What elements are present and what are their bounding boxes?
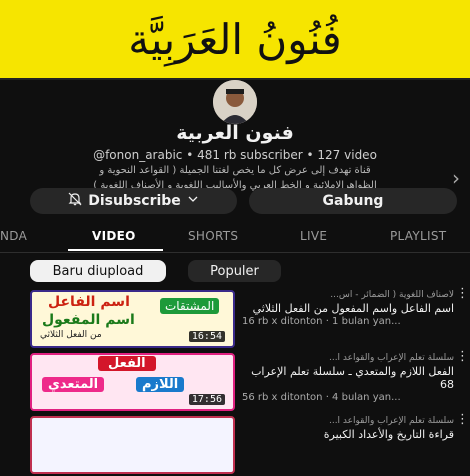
video-info: سلسلة تعلم الإعراب والقواعد ا... الفعل ا… [242,353,454,403]
bell-off-icon [68,192,82,210]
join-label: Gabung [322,193,384,209]
unsubscribe-label: Disubscribe [88,193,181,209]
video-title[interactable]: اسم الفاعل واسم المفعول من الفعل الثلاثي [242,302,454,315]
video-title[interactable]: الفعل اللازم والمتعدي ـ سلسلة تعلم الإعر… [242,365,454,391]
video-duration: 17:56 [188,394,225,405]
chip-newest[interactable]: Baru diupload [30,260,166,282]
chip-popular[interactable]: Populer [188,260,281,282]
thumb-text: اسم المفعول [42,312,135,328]
thumb-badge: المشتقات [160,298,220,314]
description-line: قناة تهدف إلى عرض كل ما يخص لغتنا الجميل… [99,165,371,176]
video-playlist: سلسلة تعلم الإعراب والقواعد ا... [328,353,454,363]
unsubscribe-button[interactable]: Disubscribe [30,188,237,214]
thumb-text: اسم الفاعل [48,294,130,310]
chevron-down-icon [187,193,199,209]
channel-meta: @fonon_arabic • 481 rb subscriber • 127 … [93,148,377,162]
video-thumbnail[interactable]: اسم الفاعل اسم المفعول من الفعل الثلاثي … [30,290,235,348]
more-vert-icon[interactable]: ⋮ [456,287,469,300]
video-thumbnail[interactable]: الفعل اللازم المتعدي 17:56 [30,353,235,411]
channel-banner: فُنُونُ العَرَبِيَّة [0,0,470,80]
thumb-text: من الفعل الثلاثي [40,330,102,340]
video-stats: 16 rb x ditonton · 1 bulan yan... [242,316,401,327]
video-item[interactable]: اسم الفاعل اسم المفعول من الفعل الثلاثي … [30,287,469,350]
tab-shorts[interactable]: SHORTS [188,229,238,243]
tab-beranda[interactable]: NDA [0,229,27,243]
video-playlist: سلسلة تعلم الإعراب والقواعد ا... [328,416,454,426]
channel-tabs: NDA VIDEO SHORTS LIVE PLAYLIST [0,222,470,253]
video-stats: 56 rb x ditonton · 4 bulan yan... [242,392,401,403]
banner-title: فُنُونُ العَرَبِيَّة [128,14,342,64]
more-vert-icon[interactable]: ⋮ [456,350,469,363]
thumb-text: اللازم [136,377,185,392]
video-playlist: لأصناف اللغوية ( الضمائر - أس... [330,290,454,300]
video-info: لأصناف اللغوية ( الضمائر - أس... اسم الف… [242,290,454,327]
video-thumbnail[interactable] [30,416,235,474]
more-vert-icon[interactable]: ⋮ [456,413,469,426]
tab-live[interactable]: LIVE [300,229,327,243]
join-button[interactable]: Gabung [249,188,457,214]
video-duration: 16:54 [188,331,225,342]
tab-video[interactable]: VIDEO [92,229,136,243]
video-title[interactable]: قراءة التاريخ والأعداد الكبيرة [242,428,454,441]
channel-name: فنون العربية [176,122,294,144]
video-info: سلسلة تعلم الإعراب والقواعد ا... قراءة ا… [242,416,454,441]
thumb-text: المتعدي [42,377,105,392]
video-item[interactable]: سلسلة تعلم الإعراب والقواعد ا... قراءة ا… [30,413,469,476]
video-item[interactable]: الفعل اللازم المتعدي 17:56 سلسلة تعلم ال… [30,350,469,413]
chevron-right-icon[interactable]: › [452,166,460,190]
tab-playlist[interactable]: PLAYLIST [390,229,446,243]
tab-indicator [68,249,163,251]
thumb-text: الفعل [98,356,156,371]
avatar[interactable] [213,80,257,124]
